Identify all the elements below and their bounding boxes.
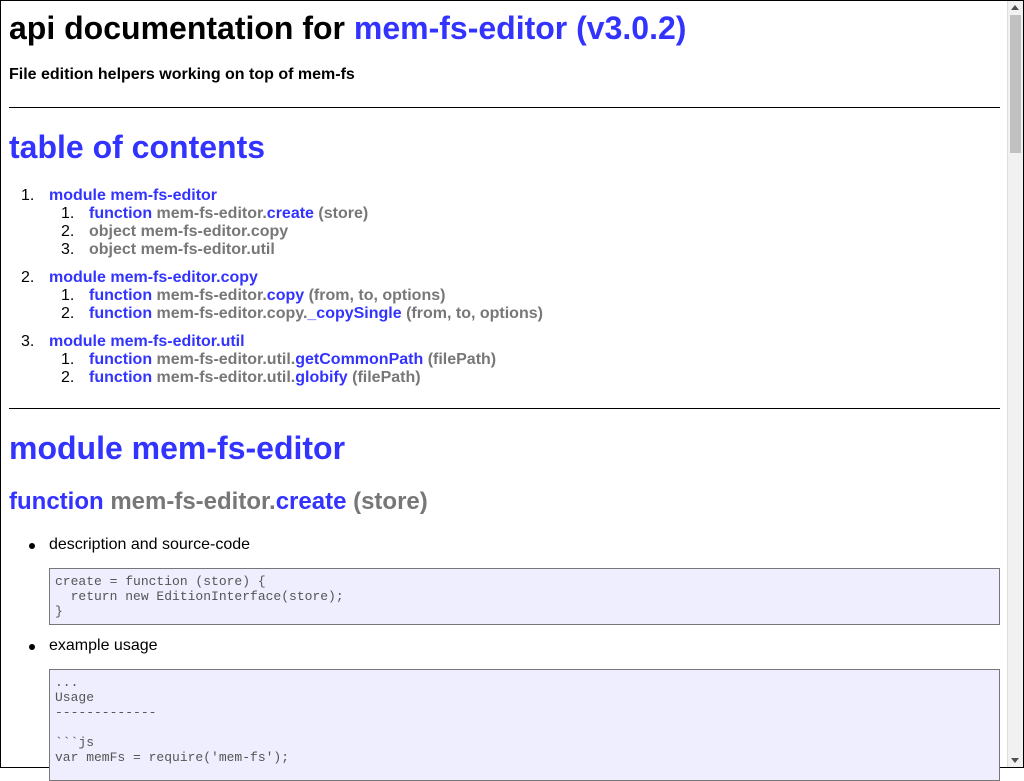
toc-item-args: (from, to, options) (308, 287, 446, 304)
toc-item: 1. function mem-fs-editor.copy (from, to,… (61, 287, 543, 305)
toc-item-prefix: mem-fs-editor.copy. (156, 305, 308, 322)
toc-item-args: (from, to, options) (406, 305, 543, 322)
function-name-link[interactable]: create (276, 488, 347, 515)
module-heading[interactable]: module mem-fs-editor (9, 430, 345, 467)
toc-item-link[interactable]: globify (295, 369, 347, 386)
toc-module-link[interactable]: module mem-fs-editor.util (49, 333, 245, 350)
toc-number: 1. (21, 187, 35, 204)
toc-item-kind[interactable]: function (89, 287, 152, 304)
toc-item: 3. object mem-fs-editor.util (61, 241, 543, 259)
title-prefix: api documentation for (9, 10, 354, 46)
toc-item: 2. function mem-fs-editor.copy._copySingl… (61, 305, 543, 323)
toc-item-link[interactable]: _copySingle (307, 305, 401, 322)
toc-item-kind[interactable]: function (89, 205, 152, 222)
table-of-contents: 1. module mem-fs-editor 1. function mem-fs-… (21, 187, 543, 397)
toc-item: 1. function mem-fs-editor.create (store) (61, 205, 543, 223)
description-label: description and source-code (49, 536, 251, 553)
toc-item: 1. function mem-fs-editor.util.getCommonP… (61, 351, 543, 369)
toc-item-kind: object (89, 223, 137, 240)
document: api documentation for mem-fs-editor (v3.… (9, 0, 1000, 781)
divider (9, 408, 1000, 409)
scrollbar-thumb[interactable] (1010, 15, 1021, 153)
example-label: example usage (49, 637, 158, 654)
toc-item-prefix: mem-fs-editor. (156, 287, 267, 304)
toc-item-args: (store) (318, 205, 369, 222)
title-link[interactable]: mem-fs-editor (v3.0.2) (354, 10, 687, 46)
toc-module: 3. module mem-fs-editor.util 1. function me… (21, 333, 543, 387)
toc-item-prefix: mem-fs-editor.util. (156, 351, 296, 368)
toc-item-link[interactable]: create (267, 205, 314, 222)
example-bullet: example usage (29, 637, 158, 655)
toc-number: 1. (61, 205, 75, 222)
toc-item-link[interactable]: getCommonPath (295, 351, 423, 368)
toc-item: 2. object mem-fs-editor.copy (61, 223, 543, 241)
source-code-block: create = function (store) { return new E… (49, 568, 1000, 625)
toc-number: 2. (61, 369, 75, 386)
vertical-scrollbar[interactable] (1007, 1, 1023, 767)
toc-number: 1. (61, 287, 75, 304)
toc-number: 3. (21, 333, 35, 350)
function-kind: function (9, 488, 104, 515)
toc-item-kind[interactable]: function (89, 369, 152, 386)
toc-module-link[interactable]: module mem-fs-editor (49, 187, 217, 204)
toc-item-link[interactable]: copy (267, 287, 304, 304)
scroll-up-icon[interactable] (1011, 5, 1019, 10)
divider (9, 107, 1000, 108)
page-title: api documentation for mem-fs-editor (v3.… (9, 10, 686, 47)
toc-number: 1. (61, 351, 75, 368)
description-bullet: description and source-code (29, 536, 250, 554)
toc-number: 3. (61, 241, 75, 258)
function-heading: function mem-fs-editor.create (store) (9, 488, 428, 516)
toc-title: table of contents (9, 129, 266, 165)
toc-item-kind[interactable]: function (89, 305, 152, 322)
toc-item-prefix: mem-fs-editor. (156, 205, 267, 222)
toc-item-kind: object (89, 241, 137, 258)
toc-number: 2. (61, 223, 75, 240)
toc-item-prefix: mem-fs-editor.copy (140, 223, 289, 240)
function-prefix: mem-fs-editor. (110, 488, 276, 515)
toc-item-prefix: mem-fs-editor.util (140, 241, 275, 258)
subtitle: File edition helpers working on top of m… (9, 66, 355, 83)
toc-number: 2. (21, 269, 35, 286)
toc-module: 2. module mem-fs-editor.copy 1. function me… (21, 269, 543, 323)
toc-item: 2. function mem-fs-editor.util.globify (f… (61, 369, 543, 387)
toc-module: 1. module mem-fs-editor 1. function mem-fs-… (21, 187, 543, 259)
toc-item-kind[interactable]: function (89, 351, 152, 368)
toc-module-link[interactable]: module mem-fs-editor.copy (49, 269, 258, 286)
example-code-block: ... Usage ------------- ```js var memFs … (49, 669, 1000, 781)
toc-item-prefix: mem-fs-editor.util. (156, 369, 296, 386)
toc-item-args: (filePath) (352, 369, 421, 386)
scroll-down-icon[interactable] (1011, 758, 1019, 763)
toc-number: 2. (61, 305, 75, 322)
toc-item-args: (filePath) (427, 351, 497, 368)
function-args: (store) (353, 488, 428, 515)
